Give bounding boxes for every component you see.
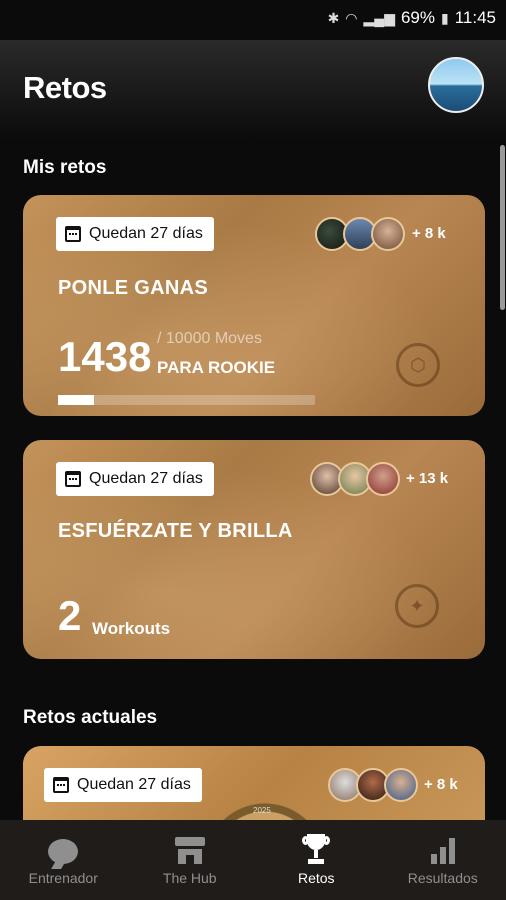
avatar — [371, 217, 405, 251]
participant-count: + 8 k — [424, 776, 458, 793]
battery-icon: ▮ — [441, 9, 449, 26]
progress-value: 1438 — [58, 333, 152, 380]
section-title-retos-actuales: Retos actuales — [23, 707, 158, 728]
participant-avatars — [310, 462, 400, 496]
section-title-mis-retos: Mis retos — [23, 157, 107, 178]
nav-item-entrenador[interactable]: Entrenador — [0, 820, 127, 900]
avatar — [366, 462, 400, 496]
days-remaining-pill: Quedan 27 días — [56, 217, 214, 251]
bluetooth-icon: ✱ — [327, 9, 340, 26]
progress-bar — [58, 395, 315, 405]
chat-bubble-icon — [48, 839, 79, 864]
rank-label: PARA ROOKIE — [157, 358, 276, 377]
avatar — [384, 768, 418, 802]
days-remaining-pill: Quedan 27 días — [44, 768, 202, 802]
scrollbar[interactable] — [500, 145, 505, 310]
bar-chart-icon — [430, 838, 455, 864]
participant-count: + 8 k — [412, 225, 446, 242]
nav-label: Entrenador — [28, 870, 98, 886]
workout-count: 2 — [58, 592, 82, 639]
profile-avatar[interactable] — [428, 57, 484, 113]
challenge-card-ponle-ganas[interactable]: Quedan 27 días + 8 k PONLE GANAS 1438 / … — [23, 195, 485, 416]
nav-item-retos[interactable]: Retos — [253, 820, 380, 900]
participant-count: + 13 k — [406, 470, 449, 487]
workout-unit: Workouts — [92, 619, 171, 638]
progress-bar-fill — [58, 395, 94, 405]
days-remaining-label: Quedan 27 días — [77, 776, 191, 793]
nav-label: Resultados — [407, 870, 478, 886]
calendar-icon — [53, 777, 69, 793]
nav-label: Retos — [297, 870, 335, 886]
clock: 11:45 — [454, 8, 496, 27]
nav-item-resultados[interactable]: Resultados — [380, 820, 506, 900]
medal-badge-icon: ✦ — [395, 584, 439, 628]
nav-label: The Hub — [162, 870, 217, 886]
days-remaining-pill: Quedan 27 días — [56, 462, 214, 496]
nav-item-the-hub[interactable]: The Hub — [127, 820, 254, 900]
bottom-navigation: Entrenador The Hub Retos Resultados — [0, 820, 506, 900]
battery-percent: 69% — [400, 8, 435, 27]
days-remaining-label: Quedan 27 días — [89, 470, 203, 487]
status-bar: ✱ ◠ ▂▄▆ 69% ▮ 11:45 — [0, 0, 506, 36]
wifi-icon: ◠ — [345, 9, 358, 26]
calendar-icon — [65, 471, 81, 487]
hexagon-badge-icon: ⬡ — [396, 343, 440, 387]
participant-avatars — [315, 217, 405, 251]
signal-icon: ▂▄▆ — [363, 9, 395, 26]
watch-year: 2025 — [253, 806, 271, 815]
store-icon — [174, 837, 205, 864]
participant-avatars — [328, 768, 418, 802]
calendar-icon — [65, 226, 81, 242]
page-title: Retos — [23, 70, 107, 105]
days-remaining-label: Quedan 27 días — [89, 225, 203, 242]
challenge-card-esfuerzate-y-brilla[interactable]: Quedan 27 días + 13 k ESFUÉRZATE Y BRILL… — [23, 440, 485, 659]
trophy-icon — [302, 834, 331, 864]
challenge-title: ESFUÉRZATE Y BRILLA — [58, 520, 293, 542]
progress-target: / 10000 Moves — [157, 330, 262, 347]
challenge-title: PONLE GANAS — [58, 277, 208, 299]
